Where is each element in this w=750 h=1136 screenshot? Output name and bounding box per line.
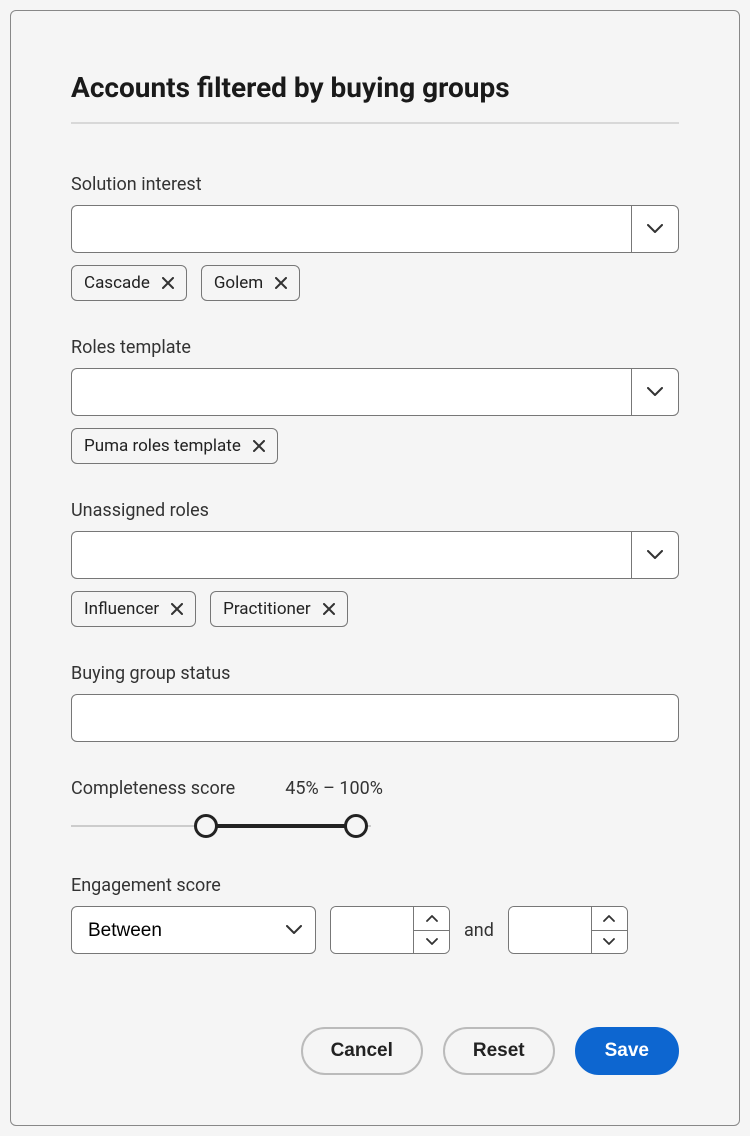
and-text: and <box>464 920 494 941</box>
dialog-footer: Cancel Reset Save <box>301 1027 679 1075</box>
engagement-min-stepper <box>330 906 450 954</box>
tag-practitioner[interactable]: Practitioner <box>210 591 348 627</box>
field-completeness-score: Completeness score 45% – 100% <box>71 778 679 839</box>
roles-template-input[interactable] <box>71 368 631 416</box>
unassigned-roles-input[interactable] <box>71 531 631 579</box>
engagement-operator-select[interactable]: Between <box>71 906 316 954</box>
field-buying-group-status: Buying group status <box>71 663 679 742</box>
tag-puma-roles-template[interactable]: Puma roles template <box>71 428 278 464</box>
buying-group-status-label: Buying group status <box>71 663 679 684</box>
unassigned-roles-label: Unassigned roles <box>71 500 679 521</box>
chevron-down-icon <box>647 387 663 397</box>
dialog-title: Accounts filtered by buying groups <box>71 71 679 104</box>
stepper-down-button[interactable] <box>592 931 627 954</box>
close-icon[interactable] <box>162 277 174 289</box>
close-icon[interactable] <box>253 440 265 452</box>
unassigned-roles-dropdown-button[interactable] <box>631 531 679 579</box>
save-button[interactable]: Save <box>575 1027 679 1075</box>
engagement-min-input[interactable] <box>331 907 413 953</box>
field-solution-interest: Solution interest Cascade Golem <box>71 174 679 301</box>
field-engagement-score: Engagement score Between <box>71 875 679 954</box>
chevron-down-icon <box>647 550 663 560</box>
solution-interest-input[interactable] <box>71 205 631 253</box>
engagement-max-stepper <box>508 906 628 954</box>
chevron-down-icon <box>647 224 663 234</box>
slider-fill <box>206 824 356 828</box>
chevron-up-icon <box>426 915 438 922</box>
divider <box>71 122 679 124</box>
stepper-up-button[interactable] <box>592 907 627 931</box>
chevron-down-icon <box>603 938 615 945</box>
chevron-up-icon <box>603 915 615 922</box>
slider-handle-max[interactable] <box>344 814 368 838</box>
engagement-score-label: Engagement score <box>71 875 679 896</box>
tag-label: Influencer <box>84 599 159 619</box>
close-icon[interactable] <box>275 277 287 289</box>
tag-label: Puma roles template <box>84 436 241 456</box>
tag-label: Golem <box>214 273 263 293</box>
roles-template-dropdown-button[interactable] <box>631 368 679 416</box>
solution-interest-dropdown-button[interactable] <box>631 205 679 253</box>
reset-button[interactable]: Reset <box>443 1027 555 1075</box>
tag-cascade[interactable]: Cascade <box>71 265 187 301</box>
roles-template-tags: Puma roles template <box>71 428 679 464</box>
roles-template-combo <box>71 368 679 416</box>
completeness-slider[interactable] <box>71 813 371 839</box>
solution-interest-label: Solution interest <box>71 174 679 195</box>
unassigned-roles-combo <box>71 531 679 579</box>
close-icon[interactable] <box>323 603 335 615</box>
cancel-button[interactable]: Cancel <box>301 1027 423 1075</box>
roles-template-label: Roles template <box>71 337 679 358</box>
buying-group-status-input[interactable] <box>71 694 679 742</box>
slider-handle-min[interactable] <box>194 814 218 838</box>
tag-label: Practitioner <box>223 599 311 619</box>
filter-dialog: Accounts filtered by buying groups Solut… <box>10 10 740 1126</box>
completeness-score-range: 45% – 100% <box>285 778 383 799</box>
solution-interest-combo <box>71 205 679 253</box>
solution-interest-tags: Cascade Golem <box>71 265 679 301</box>
chevron-down-icon <box>426 938 438 945</box>
unassigned-roles-tags: Influencer Practitioner <box>71 591 679 627</box>
tag-golem[interactable]: Golem <box>201 265 300 301</box>
stepper-up-button[interactable] <box>414 907 449 931</box>
completeness-score-label: Completeness score <box>71 778 235 799</box>
close-icon[interactable] <box>171 603 183 615</box>
tag-influencer[interactable]: Influencer <box>71 591 196 627</box>
field-unassigned-roles: Unassigned roles Influencer Practitioner <box>71 500 679 627</box>
engagement-operator-wrap: Between <box>71 906 316 954</box>
field-roles-template: Roles template Puma roles template <box>71 337 679 464</box>
stepper-down-button[interactable] <box>414 931 449 954</box>
tag-label: Cascade <box>84 273 150 293</box>
engagement-max-input[interactable] <box>509 907 591 953</box>
